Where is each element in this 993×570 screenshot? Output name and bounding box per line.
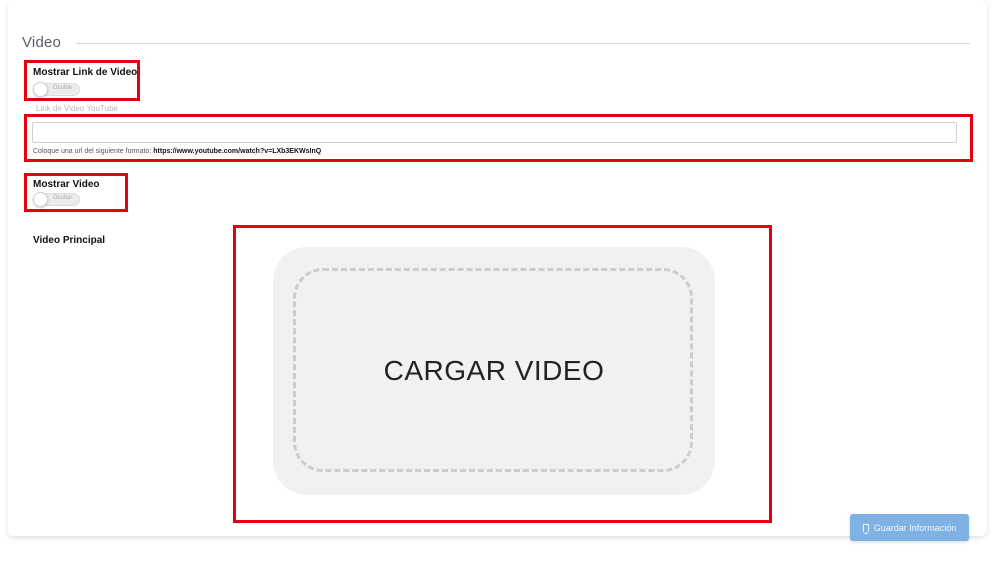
toggle-knob [33,82,48,97]
section-title: Video [22,34,62,51]
video-toggle-switch[interactable]: Ocultar [33,192,80,207]
video-toggle-label: Mostrar Video [33,179,100,190]
youtube-link-input[interactable] [32,122,957,143]
main-video-label: Video Principal [33,235,106,246]
link-toggle-label: Mostrar Link de Video [33,67,138,78]
youtube-format-hint: Coloque una url del siguiente formato: h… [33,148,321,155]
upload-video-text: CARGAR VIDEO [383,355,605,386]
toggle-knob [33,192,48,207]
save-info-button[interactable]: Guardar Información [850,514,969,541]
save-button-label: Guardar Información [873,522,957,533]
link-toggle-switch[interactable]: Ocultar [33,82,80,97]
hint-prefix: Coloque una url del siguiente formato: [33,148,154,155]
toggle-state-text: Ocultar [53,85,73,91]
bookmark-icon [862,523,869,534]
toggle-state-text: Ocultar [53,195,73,201]
section-divider [76,43,970,44]
youtube-link-label: Link de Video YouTube [36,104,118,113]
hint-example-url: https://www.youtube.com/watch?v=LXb3EKWs… [153,148,322,155]
video-upload-dropzone[interactable]: CARGAR VIDEO [273,247,715,495]
